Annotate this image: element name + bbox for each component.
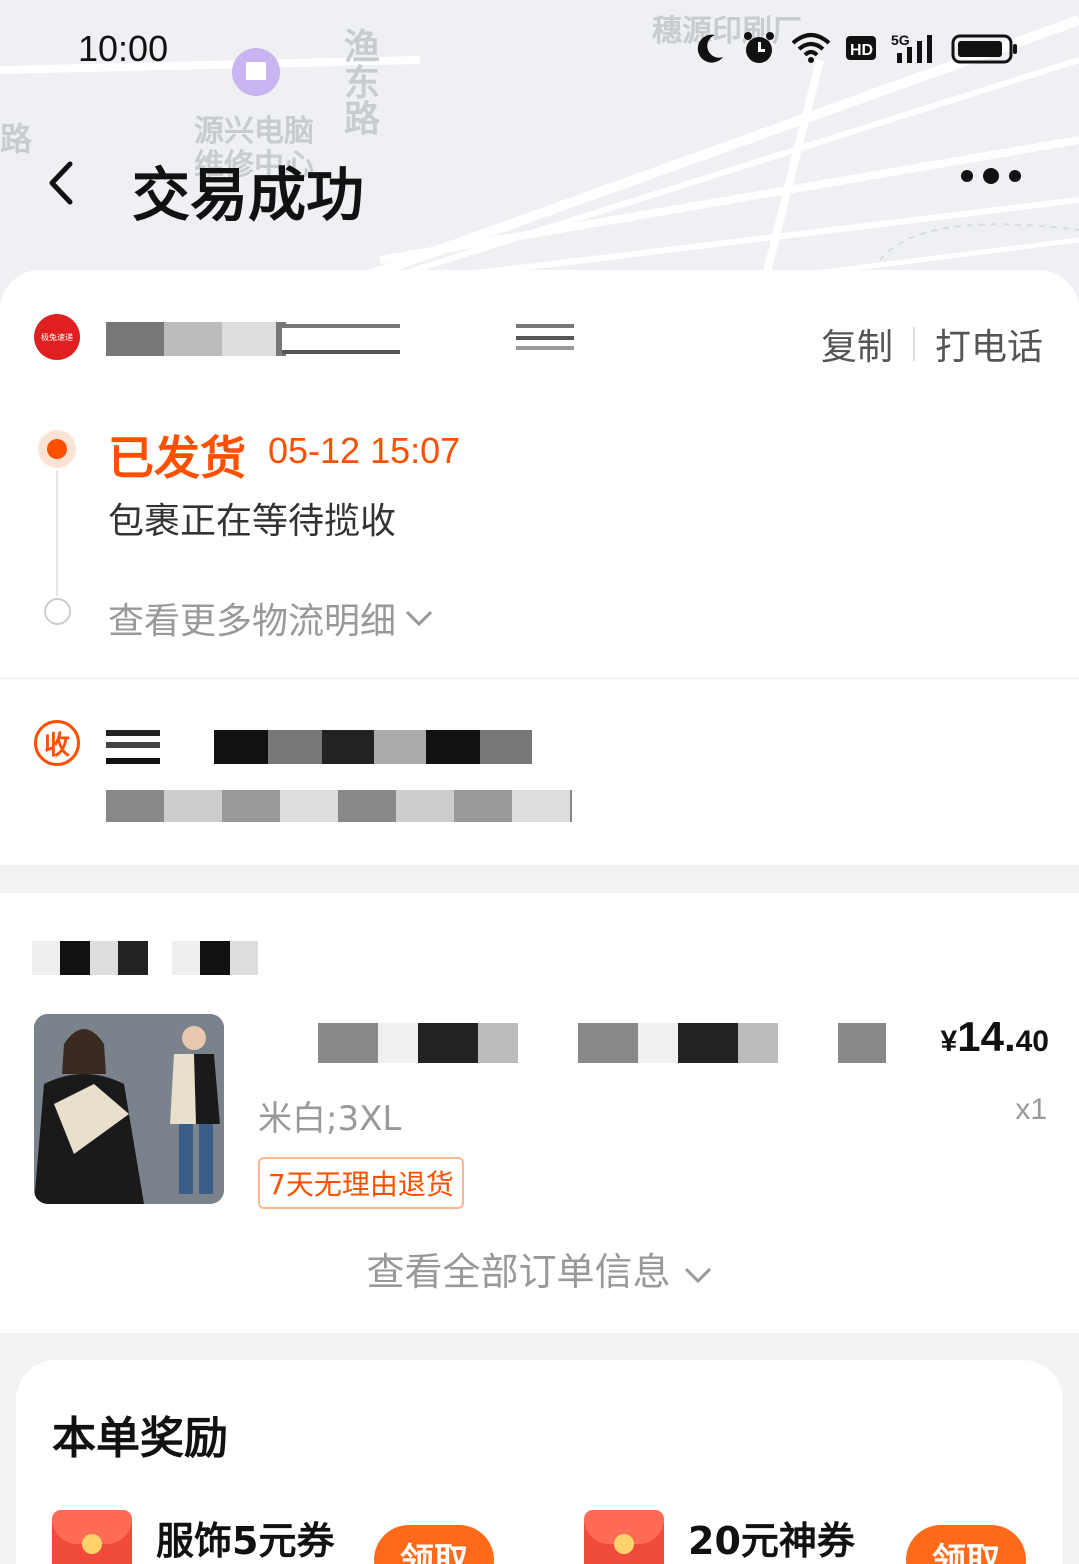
product-quantity: x1 [1015, 1093, 1047, 1126]
battery-icon [951, 34, 1017, 64]
red-envelope-icon [584, 1510, 664, 1564]
more-logistics-link[interactable]: 查看更多物流明细 [108, 592, 434, 644]
claim-button[interactable]: 领取 [906, 1525, 1026, 1564]
hd-icon: HD [846, 36, 876, 60]
moon-icon [697, 34, 723, 63]
alarm-icon [744, 32, 774, 63]
claim-button[interactable]: 领取 [374, 1525, 494, 1564]
wifi-icon [791, 33, 831, 63]
more-logistics-label: 查看更多物流明细 [108, 601, 397, 642]
timeline-empty-dot [44, 598, 71, 625]
reward-card: 本单奖励 服饰5元券 领取 20元神券 领取 [16, 1360, 1063, 1564]
product-image[interactable] [34, 1014, 224, 1204]
back-button[interactable] [42, 158, 82, 208]
timeline-line [56, 470, 58, 596]
more-dot [961, 170, 973, 182]
red-envelope-icon [52, 1510, 132, 1564]
courier-logo: 极兔速递 [34, 314, 80, 360]
more-dot [983, 168, 999, 184]
signal-5g-icon: 5G [891, 32, 932, 63]
coupon-item: 服饰5元券 [52, 1510, 334, 1564]
status-time: 10:00 [78, 28, 169, 69]
product-sku: 米白;3XL [258, 1099, 402, 1139]
receiver-address-redacted [106, 790, 572, 822]
chevron-down-icon [684, 1267, 711, 1284]
receiver-phone-redacted [214, 730, 532, 764]
coupon-item: 20元神券 [584, 1510, 855, 1564]
courier-actions: 复制 打电话 [821, 318, 1043, 370]
page-title: 交易成功 [132, 161, 365, 229]
return-policy-badge: 7天无理由退货 [258, 1157, 464, 1209]
tracking-number-redacted [106, 322, 286, 356]
receiver-icon: 收 [34, 720, 80, 766]
price-symbol: ¥ [940, 1025, 958, 1058]
divider [0, 678, 1079, 679]
call-button[interactable]: 打电话 [935, 318, 1043, 370]
price-integer: 14. [957, 1013, 1016, 1060]
product-price: ¥14.40 [941, 1013, 1049, 1061]
nav-bar: 交易成功 [0, 140, 1079, 230]
receiver-name-redacted [106, 730, 160, 764]
status-bar: 10:00 HD 5G [0, 0, 1079, 100]
shipping-status: 已发货 [108, 431, 246, 485]
coupon-label: 服饰5元券 [156, 1519, 335, 1563]
product-title-redacted[interactable] [258, 1023, 886, 1063]
logistics-card: 极兔速递 复制 打电话 已发货 05-12 15:07 包裹正在等待揽收 查看更… [0, 270, 1079, 865]
copy-button[interactable]: 复制 [821, 318, 893, 370]
timeline-active-dot [38, 430, 76, 468]
tracking-number-redacted [516, 324, 574, 350]
shipping-time: 05-12 15:07 [268, 430, 461, 471]
view-all-label: 查看全部订单信息 [366, 1250, 671, 1294]
status-icons: HD 5G [693, 30, 1019, 66]
chevron-down-icon [405, 610, 433, 627]
divider [912, 327, 915, 361]
more-button[interactable] [961, 168, 1021, 184]
more-dot [1009, 170, 1021, 182]
price-decimal: 40 [1015, 1025, 1049, 1058]
shipping-description: 包裹正在等待揽收 [108, 501, 397, 542]
product-photo [34, 1014, 224, 1204]
coupon-label: 20元神券 [688, 1519, 855, 1563]
shop-name-redacted[interactable] [32, 941, 258, 975]
svg-text:HD: HD [850, 42, 873, 59]
view-all-order-info[interactable]: 查看全部订单信息 [0, 1241, 1079, 1296]
reward-title: 本单奖励 [52, 1413, 228, 1464]
tracking-number-redacted [282, 324, 400, 354]
svg-text:5G: 5G [891, 32, 910, 48]
order-card: ¥14.40 米白;3XL x1 7天无理由退货 查看全部订单信息 [0, 893, 1079, 1333]
